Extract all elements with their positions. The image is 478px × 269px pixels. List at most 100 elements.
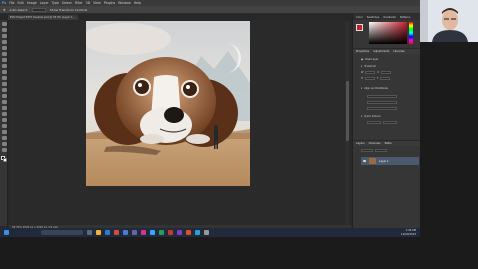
color-field[interactable]	[369, 22, 407, 44]
layer-thumbnail	[369, 158, 376, 164]
quick-action-button-2[interactable]	[383, 120, 397, 124]
zoom-icon[interactable]	[1, 142, 7, 146]
properties-title-row: ▣ Pixel Layer	[361, 57, 378, 61]
quick-actions-header[interactable]: ▾ Quick Actions	[361, 114, 380, 118]
spacing-dropdown[interactable]	[367, 106, 397, 110]
healing-icon[interactable]	[1, 64, 7, 68]
webcam-overlay	[420, 0, 478, 42]
layer-row-1[interactable]: Layer 1	[361, 157, 419, 165]
more-tools-icon[interactable]	[1, 148, 7, 152]
tab-adjustments[interactable]: Adjustments	[373, 50, 389, 53]
pixel-layer-icon: ▣	[361, 57, 364, 61]
presenter-video	[420, 0, 478, 42]
type-icon[interactable]	[1, 118, 7, 122]
align-field-2	[367, 100, 397, 104]
blur-icon[interactable]	[1, 100, 7, 104]
chevron-down-icon: ▾	[361, 86, 363, 90]
tab-libraries[interactable]: Libraries	[393, 50, 404, 53]
fg-bg-swatches[interactable]	[356, 24, 366, 34]
shape-icon[interactable]	[1, 130, 7, 134]
powerpoint-icon[interactable]	[168, 230, 173, 235]
h-field[interactable]	[364, 76, 375, 80]
tab-channels[interactable]: Channels	[369, 142, 381, 145]
scroll-thumb[interactable]	[345, 81, 349, 141]
path-select-icon[interactable]	[1, 124, 7, 128]
clock-date: 10/20/2023	[401, 232, 416, 236]
frame-icon[interactable]	[1, 52, 7, 56]
align-dropdown[interactable]	[367, 94, 397, 98]
opacity-field[interactable]	[375, 148, 387, 152]
marquee-icon[interactable]	[1, 28, 7, 32]
file-explorer-icon[interactable]	[96, 230, 101, 235]
align-label: Align and Distribute	[364, 86, 388, 90]
tab-layers[interactable]: Layers	[356, 142, 365, 145]
show-transform-label[interactable]: Show Transform Controls	[50, 8, 87, 12]
tab-paths[interactable]: Paths	[385, 142, 392, 145]
align-header[interactable]: ▾ Align and Distribute	[361, 86, 388, 90]
foreground-color-swatch[interactable]	[356, 24, 363, 31]
zoom-app-icon[interactable]	[195, 230, 200, 235]
onenote-icon[interactable]	[177, 230, 182, 235]
recorder-icon[interactable]	[186, 230, 191, 235]
auto-select-dropdown[interactable]	[31, 7, 46, 12]
outlook-icon[interactable]	[123, 230, 128, 235]
options-bar: ✥ Auto-Select: Show Transform Controls	[0, 6, 420, 14]
transform-row-w: W X	[361, 70, 392, 74]
move-tool-icon[interactable]: ✥	[3, 8, 6, 12]
tab-patterns[interactable]: Patterns	[400, 16, 411, 19]
settings-icon[interactable]	[204, 230, 209, 235]
photoshop-window: Ps File Edit Image Layer Type Select Fil…	[0, 0, 420, 236]
tab-properties[interactable]: Properties	[356, 50, 369, 53]
dodge-icon[interactable]	[1, 106, 7, 110]
x-label: X	[377, 70, 380, 74]
crop-icon[interactable]	[1, 46, 7, 50]
vertical-scrollbar[interactable]	[345, 21, 349, 225]
color-panel-tabs: Color Swatches Gradients Patterns	[353, 14, 420, 20]
y-label: Y	[376, 76, 379, 80]
transform-row-h: H Y	[361, 76, 391, 80]
hue-slider[interactable]	[409, 22, 413, 44]
teams-icon[interactable]	[132, 230, 137, 235]
quick-select-icon[interactable]	[1, 40, 7, 44]
document-image[interactable]	[86, 21, 250, 186]
chevron-down-icon: ▾	[361, 114, 363, 118]
y-field[interactable]	[380, 76, 391, 80]
brush-icon[interactable]	[1, 70, 7, 74]
hand-icon[interactable]	[1, 136, 7, 140]
tab-gradients[interactable]: Gradients	[383, 16, 396, 19]
properties-title: Pixel Layer	[365, 57, 379, 61]
gradient-icon[interactable]	[1, 94, 7, 98]
right-panels: Color Swatches Gradients Patterns Proper…	[352, 14, 420, 230]
eye-icon[interactable]	[363, 160, 366, 162]
chevron-down-icon: ▾	[361, 64, 363, 68]
app-icon[interactable]	[141, 230, 146, 235]
transform-header[interactable]: ▾ Transform	[361, 64, 376, 68]
chrome-icon[interactable]	[114, 230, 119, 235]
align-field-1	[367, 94, 397, 98]
taskbar-search[interactable]	[41, 230, 83, 235]
pen-icon[interactable]	[1, 112, 7, 116]
edge-icon[interactable]	[105, 230, 110, 235]
x-field[interactable]	[381, 70, 392, 74]
distribute-dropdown[interactable]	[367, 100, 397, 104]
eyedropper-icon[interactable]	[1, 58, 7, 62]
lasso-icon[interactable]	[1, 34, 7, 38]
align-field-3	[367, 106, 397, 110]
quick-action-button-1[interactable]	[367, 120, 381, 124]
tab-swatches[interactable]: Swatches	[367, 16, 379, 19]
w-field[interactable]	[365, 70, 376, 74]
eraser-icon[interactable]	[1, 88, 7, 92]
tab-color[interactable]: Color	[356, 16, 363, 19]
document-tab[interactable]: EVO Project EDIT Cavalier.psd @ 33.3% (L…	[8, 15, 78, 24]
task-view-icon[interactable]	[87, 230, 92, 235]
photoshop-icon[interactable]	[150, 230, 155, 235]
history-brush-icon[interactable]	[1, 82, 7, 86]
clone-stamp-icon[interactable]	[1, 76, 7, 80]
color-swatches[interactable]	[1, 156, 7, 162]
excel-icon[interactable]	[159, 230, 164, 235]
blend-mode-dropdown[interactable]	[361, 148, 373, 152]
start-icon[interactable]	[4, 230, 9, 235]
system-clock[interactable]: 1:34 PM 10/20/2023	[401, 229, 416, 236]
quick-action-row	[367, 120, 397, 124]
move-icon[interactable]	[1, 22, 7, 26]
